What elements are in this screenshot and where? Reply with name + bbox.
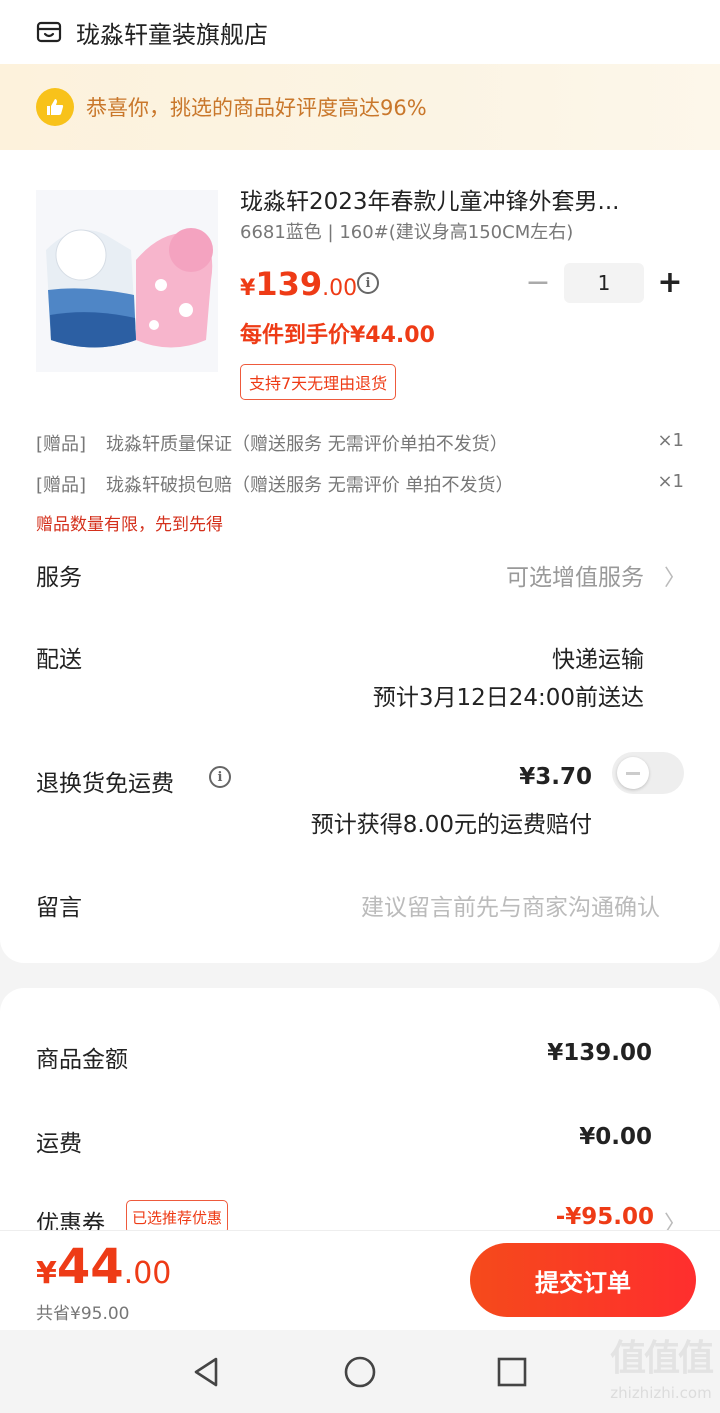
store-icon [36,20,62,44]
watermark-logo: 值值值 [609,1338,714,1379]
unit-price: 每件到手价¥44.00 [240,323,435,348]
price-info-icon[interactable]: i [357,272,379,294]
submit-order-button[interactable]: 提交订单 [470,1243,696,1317]
gift-tag: [赠品] [36,434,87,455]
service-label: 服务 [36,565,82,591]
coupon-value[interactable]: -¥95.00 [556,1204,654,1230]
back-icon[interactable] [188,1354,224,1390]
price-decimal: .00 [322,276,358,301]
system-nav-bar: 值值值 zhizhizhi.com [0,1330,720,1413]
service-value[interactable]: 可选增值服务 [506,558,644,592]
gift-name: 珑淼轩破损包赔（赠送服务 无需评价 单拍不发货） [106,475,514,496]
toggle-knob [617,757,649,789]
product-title[interactable]: 珑淼轩2023年春款儿童冲锋外套男... [240,182,680,216]
delivery-label: 配送 [36,647,82,673]
saved-amount: 共省¥95.00 [36,1304,130,1324]
home-icon[interactable] [342,1354,378,1390]
return-shipping-info-icon[interactable]: i [209,766,231,788]
order-card: 珑淼轩2023年春款儿童冲锋外套男... 6681蓝色 | 160#(建议身高1… [0,150,720,963]
gift-item: [赠品] 珑淼轩质量保证（赠送服务 无需评价单拍不发货） ×1 [36,430,684,456]
total-symbol: ¥ [36,1256,57,1291]
goods-amount-value: ¥139.00 [547,1040,652,1066]
watermark: 值值值 zhizhizhi.com [609,1334,714,1402]
total-price: ¥ 44 .00 [36,1239,171,1295]
goods-amount-label: 商品金额 [36,1047,128,1073]
recents-icon[interactable] [494,1354,530,1390]
gift-item: [赠品] 珑淼轩破损包赔（赠送服务 无需评价 单拍不发货） ×1 [36,471,684,497]
thumbs-up-icon [36,88,74,126]
return-shipping-toggle[interactable] [612,752,684,794]
delivery-method: 快递运输 [552,647,644,673]
shop-name[interactable]: 珑淼轩童装旗舰店 [76,15,268,50]
chevron-right-icon[interactable]: 〉 [664,560,686,592]
return-policy-badge: 支持7天无理由退货 [240,364,397,400]
quantity-decrease-button[interactable]: − [524,265,552,300]
coupon-badge: 已选推荐优惠 [126,1200,229,1234]
quantity-input[interactable]: 1 [564,263,644,303]
summary-card: 商品金额 ¥139.00 运费 ¥0.00 优惠券 已选推荐优惠 -¥95.00… [0,988,720,1248]
product-price: ¥ 139 .00 [240,265,357,303]
price-symbol: ¥ [240,276,256,301]
rating-banner: 恭喜你，挑选的商品好评度高达96% [0,64,720,150]
shipping-fee-value: ¥0.00 [579,1124,652,1150]
shipping-fee-label: 运费 [36,1131,82,1157]
message-label: 留言 [36,895,82,921]
gift-note: 赠品数量有限，先到先得 [36,515,223,535]
gift-name: 珑淼轩质量保证（赠送服务 无需评价单拍不发货） [106,434,508,455]
checkout-bar: ¥ 44 .00 共省¥95.00 提交订单 [0,1230,720,1330]
return-shipping-note: 预计获得8.00元的运费赔付 [310,812,592,838]
gift-quantity: ×1 [657,471,684,492]
total-decimal: .00 [123,1256,172,1291]
delivery-eta: 预计3月12日24:00前送达 [372,685,644,711]
return-shipping-price: ¥3.70 [519,764,592,790]
gift-tag: [赠品] [36,475,87,496]
banner-text: 恭喜你，挑选的商品好评度高达96% [86,96,427,120]
total-integer: 44 [56,1239,124,1295]
return-shipping-label: 退换货免运费 [36,771,174,797]
price-integer: 139 [255,265,323,303]
message-input[interactable]: 建议留言前先与商家沟通确认 [361,888,660,922]
product-spec[interactable]: 6681蓝色 | 160#(建议身高150CM左右) [240,218,573,244]
shop-header: 珑淼轩童装旗舰店 [0,0,720,64]
watermark-url: zhizhizhi.com [610,1384,712,1402]
quantity-increase-button[interactable]: + [656,265,684,300]
gift-quantity: ×1 [657,430,684,451]
product-image[interactable] [36,190,218,372]
